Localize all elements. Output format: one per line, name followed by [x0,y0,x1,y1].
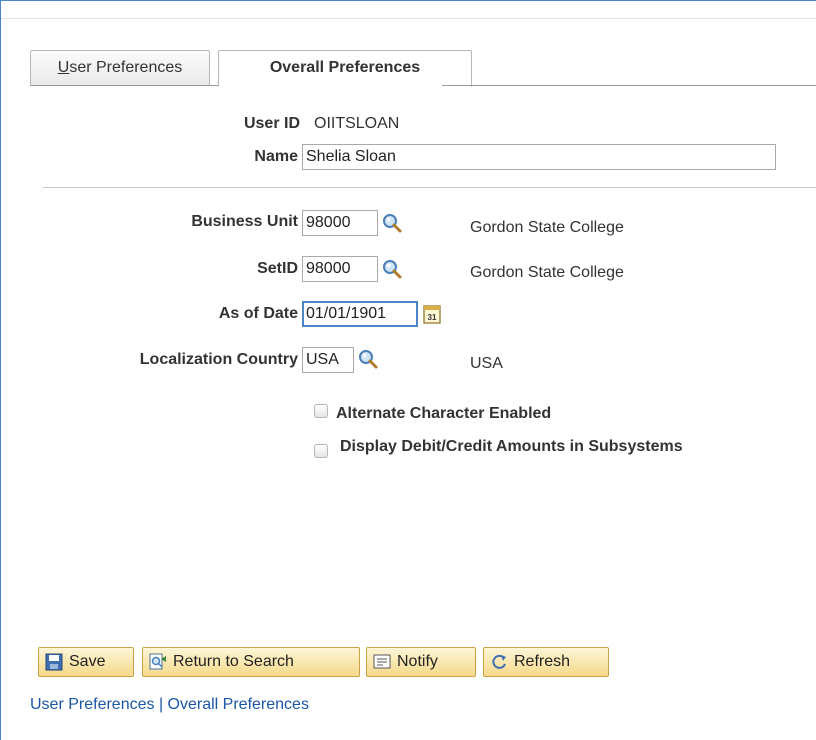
as-of-date-label: As of Date [218,305,298,322]
tab-overall-preferences[interactable]: Overall Preferences [218,50,472,87]
setid-lookup-icon[interactable] [381,258,403,280]
refresh-icon [492,654,506,669]
refresh-button-label: Refresh [514,653,571,670]
tab-underline-left [30,85,218,86]
footer-link-user-preferences[interactable]: User Preferences [30,696,155,713]
notify-button-label: Notify [397,653,438,670]
section-divider [43,187,816,188]
header-divider [1,18,816,19]
footer-link-overall-preferences[interactable]: Overall Preferences [168,696,309,713]
business-unit-description: Gordon State College [470,219,624,236]
calendar-icon[interactable]: 31 [423,304,441,324]
business-unit-label: Business Unit [191,213,298,230]
user-id-label: User ID [243,115,300,132]
display-debit-credit-checkbox[interactable] [314,444,328,458]
localization-country-field[interactable] [302,347,354,373]
tab-user-preferences-accesskey: U [57,59,70,76]
alternate-character-label: Alternate Character Enabled [336,405,552,422]
return-to-search-button[interactable]: Return to Search [142,647,360,677]
setid-label: SetID [257,260,298,277]
tab-underline-right [442,85,816,86]
tab-user-preferences-label: ser Preferences [69,59,183,76]
user-id-value: OIITSLOAN [314,115,400,132]
tab-overall-preferences-label: Overall Preferences [269,59,421,76]
notify-button[interactable]: Notify [366,647,476,677]
return-to-search-icon [149,653,166,670]
name-field[interactable] [302,144,776,170]
name-label: Name [254,148,298,165]
refresh-button[interactable]: Refresh [483,647,609,677]
save-button[interactable]: Save [38,647,134,677]
notify-icon [373,654,391,669]
localization-country-lookup-icon[interactable] [357,348,379,370]
setid-field[interactable] [302,256,378,282]
business-unit-lookup-icon[interactable] [381,212,403,234]
footer-separator: | [154,696,168,713]
save-button-label: Save [69,653,106,670]
save-icon [45,653,63,671]
tab-user-preferences[interactable]: User Preferences [30,50,210,86]
setid-description: Gordon State College [470,264,624,281]
alternate-character-checkbox[interactable] [314,404,328,418]
svg-text:31: 31 [428,313,437,322]
display-debit-credit-label: Display Debit/Credit Amounts in Subsyste… [340,438,683,455]
business-unit-field[interactable] [302,210,378,236]
localization-country-description: USA [470,355,503,372]
footer-links: User Preferences | Overall Preferences [30,696,309,714]
page-frame [0,0,816,740]
as-of-date-field[interactable] [302,301,418,327]
localization-country-label: Localization Country [139,351,298,368]
return-to-search-label: Return to Search [173,653,294,670]
